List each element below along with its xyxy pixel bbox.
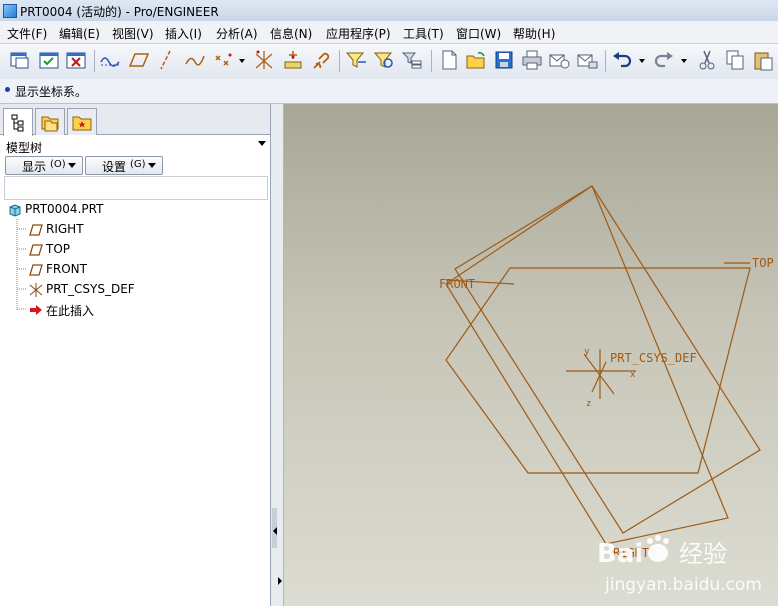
menu-tools[interactable]: 工具(T)	[403, 25, 444, 42]
menu-info[interactable]: 信息(N)	[270, 25, 312, 42]
datum-plane-display-icon[interactable]	[127, 48, 151, 72]
menu-bar: 文件(F) 编辑(E) 视图(V) 插入(I) 分析(A) 信息(N) 应用程序…	[0, 21, 778, 43]
toolbar-separator	[431, 50, 432, 72]
layer-icon[interactable]	[400, 48, 424, 72]
svg-text:经验: 经验	[679, 540, 727, 568]
mail-attach-icon[interactable]	[575, 48, 599, 72]
new-file-icon[interactable]	[437, 48, 461, 72]
model-display-icon[interactable]	[372, 48, 396, 72]
message-area: 显示坐标系。	[0, 79, 778, 104]
title-bar: PRT0004 (活动的) - Pro/ENGINEER	[0, 0, 778, 22]
baidu-paw-logo-icon: Bai 经验 jingyan.baidu.com	[597, 535, 762, 595]
datum-plane-icon	[29, 244, 43, 256]
baidu-jingyan-watermark: Bai 经验 jingyan.baidu.com	[595, 532, 775, 602]
print-icon[interactable]	[520, 48, 544, 72]
window-open-icon[interactable]	[8, 48, 32, 72]
menu-applications[interactable]: 应用程序(P)	[326, 25, 391, 42]
label-csys: PRT_CSYS_DEF	[610, 351, 697, 365]
window-activate-icon[interactable]	[37, 48, 61, 72]
svg-text:Bai: Bai	[597, 539, 643, 569]
toolbar-separator	[605, 50, 606, 72]
datum-point-icon[interactable]	[212, 48, 236, 72]
dropdown-arrow-icon[interactable]	[236, 48, 248, 72]
window-title: PRT0004 (活动的) - Pro/ENGINEER	[20, 5, 219, 19]
navigator-panel: 模型树 显示 (O) 设置 (G) PRT0004.PRT RIGHT TOP …	[0, 104, 271, 606]
datum-axis-icon[interactable]	[154, 48, 178, 72]
tree-item-label: 在此插入	[46, 304, 95, 318]
part-icon	[9, 204, 21, 217]
menu-insert[interactable]: 插入(I)	[165, 25, 202, 42]
app-icon	[3, 4, 17, 18]
save-icon[interactable]	[492, 48, 516, 72]
datum-plane-right	[454, 185, 761, 534]
window-close-icon[interactable]	[64, 48, 88, 72]
filter-select-icon[interactable]	[344, 48, 368, 72]
label-top: TOP	[752, 256, 774, 270]
menu-help[interactable]: 帮助(H)	[513, 25, 555, 42]
undo-dropdown-icon[interactable]	[636, 48, 648, 72]
datum-axis-display-icon[interactable]	[98, 48, 122, 72]
menu-file[interactable]: 文件(F)	[7, 25, 47, 42]
svg-text:jingyan.baidu.com: jingyan.baidu.com	[604, 575, 762, 595]
tree-connector-lines	[16, 219, 27, 310]
graphics-window[interactable]: FRONT TOP PRT_CSYS_DEF RIGHT x y z	[284, 104, 778, 606]
datum-geometry: FRONT TOP PRT_CSYS_DEF RIGHT x y z	[439, 185, 774, 560]
panel-splitter[interactable]	[271, 104, 284, 606]
open-file-icon[interactable]	[464, 48, 488, 72]
coordinate-system-icon	[29, 283, 43, 297]
datum-curve-icon[interactable]	[183, 48, 207, 72]
datum-plane-icon	[29, 264, 43, 276]
menu-window[interactable]: 窗口(W)	[456, 25, 501, 42]
axis-y-label: y	[584, 347, 590, 357]
tree-root-label: PRT0004.PRT	[25, 202, 104, 216]
coordinate-system-icon[interactable]	[252, 48, 276, 72]
tree-item-label: TOP	[46, 242, 71, 256]
tree-item-label: RIGHT	[46, 222, 84, 236]
menu-edit[interactable]: 编辑(E)	[59, 25, 100, 42]
menu-view[interactable]: 视图(V)	[112, 25, 154, 42]
toolbar-separator	[339, 50, 340, 72]
paste-icon[interactable]	[751, 48, 775, 72]
copy-icon[interactable]	[723, 48, 747, 72]
axis-z-label: z	[586, 399, 591, 409]
undo-icon[interactable]	[610, 48, 634, 72]
expand-right-icon	[278, 577, 282, 585]
annotation-icon[interactable]	[310, 48, 334, 72]
redo-dropdown-icon[interactable]	[678, 48, 690, 72]
datum-plane-icon	[29, 224, 43, 236]
spin-center-icon[interactable]	[281, 48, 305, 72]
toolbar-separator	[94, 50, 95, 72]
status-message: 显示坐标系。	[15, 85, 88, 99]
axis-x-label: x	[630, 370, 636, 380]
toolbar	[0, 43, 778, 80]
label-front: FRONT	[439, 277, 475, 291]
redo-icon[interactable]	[652, 48, 676, 72]
collapse-left-icon	[273, 527, 277, 535]
tree-item-label: FRONT	[46, 262, 87, 276]
insert-arrow-icon	[30, 305, 42, 315]
message-bullet-icon	[5, 87, 10, 92]
datum-plane-front	[445, 185, 729, 545]
tree-item-label: PRT_CSYS_DEF	[46, 282, 135, 296]
menu-analysis[interactable]: 分析(A)	[216, 25, 258, 42]
cut-icon[interactable]	[695, 48, 719, 72]
send-email-icon[interactable]	[547, 48, 571, 72]
